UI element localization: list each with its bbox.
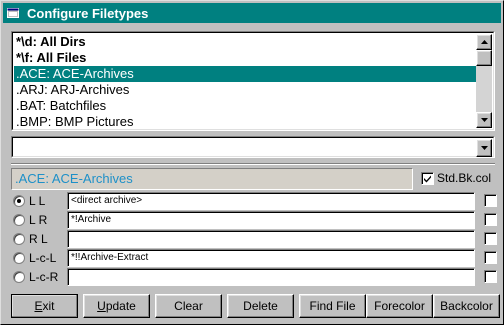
list-scrollbar[interactable] [476, 34, 492, 128]
radio-label: L-c-R [29, 270, 59, 284]
radio-label: L R [29, 213, 48, 227]
separator [11, 163, 495, 165]
forecolor-button[interactable]: Forecolor [366, 294, 433, 318]
action-input-lr[interactable]: *!Archive [67, 211, 475, 229]
action-row-lr: L R *!Archive [11, 210, 497, 230]
action-input-ll[interactable]: <direct archive> [67, 192, 475, 210]
std-bk-col-label: Std.Bk.col [437, 171, 492, 185]
chevron-down-icon [480, 146, 488, 150]
arrow-up-icon [480, 40, 488, 44]
action-input-lcr[interactable] [67, 268, 475, 286]
radio-lcl[interactable] [13, 252, 25, 264]
action-input-rl[interactable] [67, 230, 475, 248]
action-checkbox-lcl[interactable] [484, 251, 497, 264]
radio-lcr[interactable] [13, 271, 25, 283]
radio-label: L L [29, 194, 46, 208]
filetype-listbox[interactable]: *\d: All Dirs *\f: All Files .ACE: ACE-A… [11, 31, 495, 131]
action-checkbox-ll[interactable] [484, 194, 497, 207]
list-item[interactable]: *\d: All Dirs [14, 34, 478, 50]
arrow-down-icon [480, 118, 488, 122]
action-row-rl: R L [11, 229, 497, 249]
radio-label: L-c-L [29, 251, 57, 265]
scroll-up-button[interactable] [476, 34, 492, 50]
find-file-button[interactable]: Find File [299, 294, 366, 318]
current-filetype-display: .ACE: ACE-Archives [11, 168, 413, 190]
clear-button[interactable]: Clear [155, 294, 222, 318]
action-checkbox-lr[interactable] [484, 213, 497, 226]
window-icon[interactable] [7, 8, 19, 18]
backcolor-button[interactable]: Backcolor [433, 294, 500, 318]
action-row-lcr: L-c-R [11, 267, 497, 287]
action-checkbox-rl[interactable] [484, 232, 497, 245]
list-item[interactable]: .ARJ: ARJ-Archives [14, 82, 478, 98]
list-item-selected[interactable]: .ACE: ACE-Archives [14, 66, 478, 82]
window-title: Configure Filetypes [27, 5, 149, 21]
delete-button[interactable]: Delete [227, 294, 294, 318]
radio-lr[interactable] [13, 214, 25, 226]
action-input-lcl[interactable]: *!!Archive-Extract [67, 249, 475, 267]
scroll-down-button[interactable] [476, 112, 492, 128]
scroll-thumb[interactable] [476, 50, 492, 66]
combo-dropdown-button[interactable] [476, 139, 492, 157]
action-checkbox-lcr[interactable] [484, 270, 497, 283]
list-item[interactable]: .BAT: Batchfiles [14, 98, 478, 114]
exit-button[interactable]: Exit [11, 294, 78, 318]
action-row-ll: L L <direct archive> [11, 191, 497, 211]
radio-label: R L [29, 232, 48, 246]
std-bk-col-checkbox[interactable] [421, 172, 434, 185]
action-row-lcl: L-c-L *!!Archive-Extract [11, 248, 497, 268]
radio-ll[interactable] [13, 195, 25, 207]
radio-rl[interactable] [13, 233, 25, 245]
filetype-combo[interactable] [11, 136, 495, 158]
filetype-list[interactable]: *\d: All Dirs *\f: All Files .ACE: ACE-A… [14, 34, 478, 128]
list-item[interactable]: .BMP: BMP Pictures [14, 114, 478, 128]
configure-filetypes-window: Configure Filetypes *\d: All Dirs *\f: A… [0, 0, 504, 325]
title-bar[interactable]: Configure Filetypes [3, 3, 501, 23]
checkmark-icon [424, 175, 431, 183]
update-button[interactable]: Update [83, 294, 150, 318]
list-item[interactable]: *\f: All Files [14, 50, 478, 66]
